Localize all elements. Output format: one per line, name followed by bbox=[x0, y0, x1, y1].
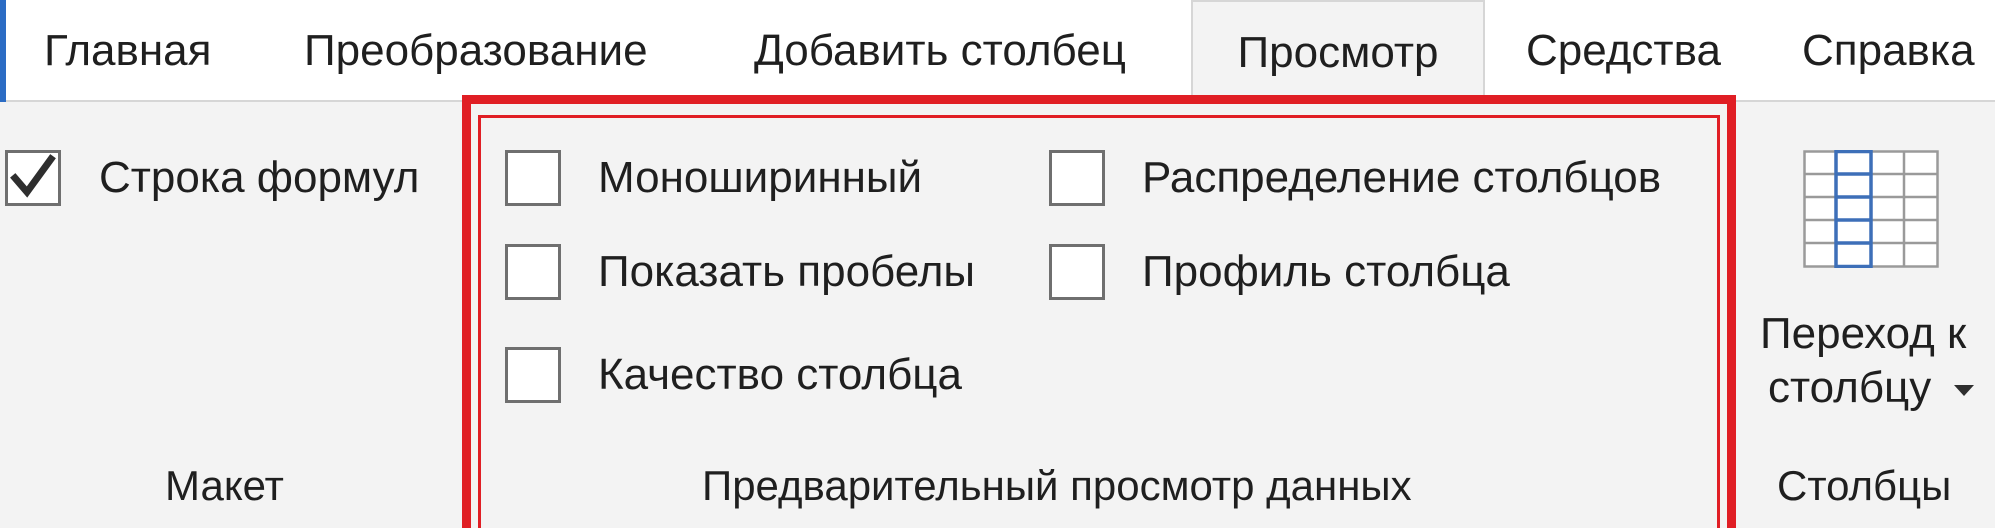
column-quality-label: Качество столбца bbox=[598, 350, 962, 399]
tab-add-column[interactable]: Добавить столбец bbox=[754, 0, 1126, 102]
column-distribution-label: Распределение столбцов bbox=[1142, 153, 1662, 202]
show-whitespace-label: Показать пробелы bbox=[598, 247, 976, 296]
checkmark-icon bbox=[10, 154, 56, 198]
tab-help[interactable]: Справка bbox=[1802, 0, 1975, 102]
ribbon-body: Строка формул Макет Моноширинный Показат… bbox=[0, 102, 1995, 528]
column-profile-checkbox[interactable] bbox=[1049, 244, 1105, 300]
tab-home[interactable]: Главная bbox=[44, 0, 211, 102]
formula-bar-label: Строка формул bbox=[99, 153, 420, 202]
goto-column-label-text: столбцу bbox=[1768, 363, 1932, 412]
monospaced-checkbox[interactable] bbox=[505, 150, 561, 206]
tab-tools[interactable]: Средства bbox=[1526, 0, 1721, 102]
power-query-view-ribbon: Главная Преобразование Добавить столбец … bbox=[0, 0, 1995, 528]
formula-bar-checkbox[interactable] bbox=[5, 150, 61, 206]
dropdown-arrow-icon bbox=[1954, 385, 1975, 397]
group-label-columns: Столбцы bbox=[1777, 462, 1952, 509]
tab-view[interactable]: Просмотр bbox=[1191, 0, 1485, 104]
tab-transform[interactable]: Преобразование bbox=[304, 0, 648, 102]
column-quality-checkbox[interactable] bbox=[505, 347, 561, 403]
group-label-layout: Макет bbox=[165, 462, 284, 509]
column-distribution-checkbox[interactable] bbox=[1049, 150, 1105, 206]
column-profile-label: Профиль столбца bbox=[1142, 247, 1510, 296]
goto-column-label-line2[interactable]: столбцу bbox=[1768, 360, 1975, 416]
ribbon-tab-strip: Главная Преобразование Добавить столбец … bbox=[0, 0, 1995, 104]
group-label-data-preview: Предварительный просмотр данных bbox=[702, 462, 1412, 509]
show-whitespace-checkbox[interactable] bbox=[505, 244, 561, 300]
window-accent-bar bbox=[0, 0, 6, 102]
column-grid-icon[interactable] bbox=[1803, 150, 1939, 268]
monospaced-label: Моноширинный bbox=[598, 153, 923, 202]
goto-column-label-line1[interactable]: Переход к bbox=[1760, 306, 1966, 362]
